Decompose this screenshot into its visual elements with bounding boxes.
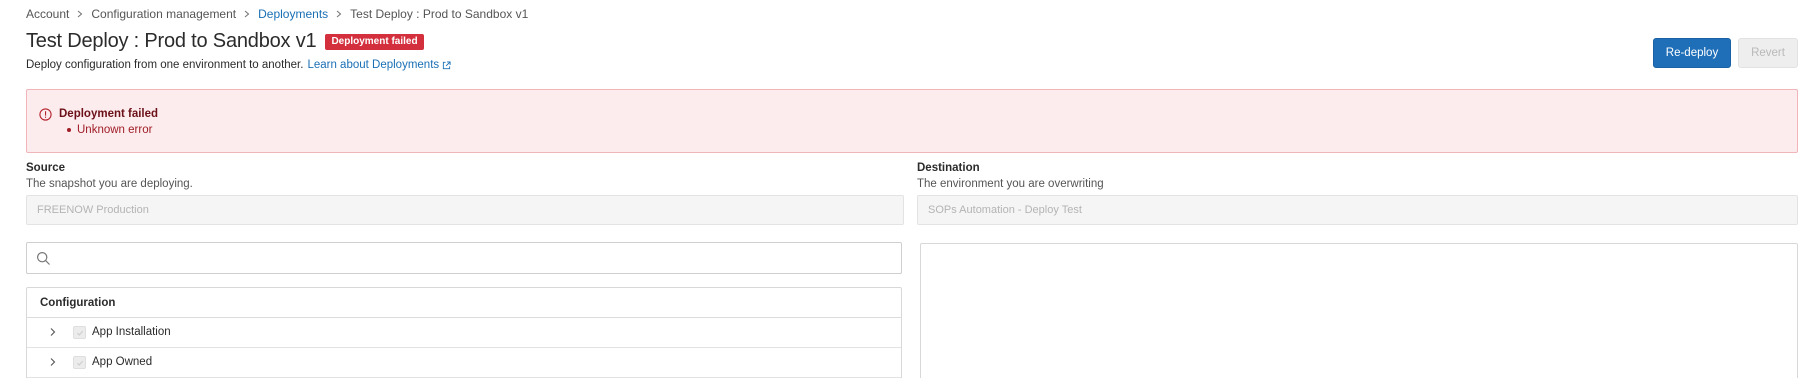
breadcrumb-current: Test Deploy : Prod to Sandbox v1: [350, 7, 529, 21]
page-subtitle: Deploy configuration from one environmen…: [26, 59, 451, 71]
revert-button[interactable]: Revert: [1738, 38, 1798, 68]
alert-error-text: Unknown error: [77, 124, 153, 136]
bullet-icon: [67, 128, 71, 132]
destination-field[interactable]: SOPs Automation - Deploy Test: [917, 195, 1798, 225]
status-badge: Deployment failed: [325, 33, 424, 50]
tree-item-label: App Installation: [92, 326, 171, 338]
chevron-right-icon: [242, 9, 252, 19]
alert-title: Deployment failed: [59, 108, 159, 120]
error-circle-icon: [39, 108, 52, 121]
breadcrumb: Account Configuration management Deploym…: [26, 7, 528, 21]
details-panel: [920, 243, 1798, 378]
page-title: Test Deploy : Prod to Sandbox v1: [26, 30, 317, 52]
configuration-tree: Configuration App Installation App Owned: [26, 287, 902, 378]
alert-error-item: Unknown error: [67, 124, 152, 136]
tree-header: Configuration: [27, 288, 901, 318]
search-icon: [36, 251, 50, 265]
source-label: Source: [26, 162, 65, 174]
destination-label: Destination: [917, 162, 980, 174]
source-help: The snapshot you are deploying.: [26, 178, 193, 190]
tree-row-app-owned[interactable]: App Owned: [27, 348, 901, 378]
destination-help: The environment you are overwriting: [917, 178, 1104, 190]
breadcrumb-configuration-management[interactable]: Configuration management: [91, 7, 236, 21]
checkbox[interactable]: [73, 326, 86, 339]
configuration-search[interactable]: [26, 242, 902, 274]
redeploy-button[interactable]: Re-deploy: [1653, 38, 1731, 68]
chevron-right-icon: [334, 9, 344, 19]
external-link-icon: [443, 60, 451, 69]
breadcrumb-deployments[interactable]: Deployments: [258, 7, 328, 21]
chevron-right-icon[interactable]: [48, 357, 58, 367]
title-row: Test Deploy : Prod to Sandbox v1 Deploym…: [26, 30, 424, 53]
tree-row-app-installation[interactable]: App Installation: [27, 318, 901, 348]
chevron-right-icon: [75, 9, 85, 19]
learn-about-deployments-link[interactable]: Learn about Deployments: [307, 59, 451, 71]
breadcrumb-account[interactable]: Account: [26, 7, 69, 21]
chevron-right-icon[interactable]: [48, 327, 58, 337]
learn-link-label: Learn about Deployments: [307, 59, 440, 71]
checkbox[interactable]: [73, 356, 86, 369]
subtitle-text: Deploy configuration from one environmen…: [26, 59, 304, 71]
tree-item-label: App Owned: [92, 356, 153, 368]
source-field[interactable]: FREENOW Production: [26, 195, 904, 225]
error-alert: Deployment failed Unknown error: [26, 89, 1798, 153]
search-input[interactable]: [57, 247, 887, 269]
